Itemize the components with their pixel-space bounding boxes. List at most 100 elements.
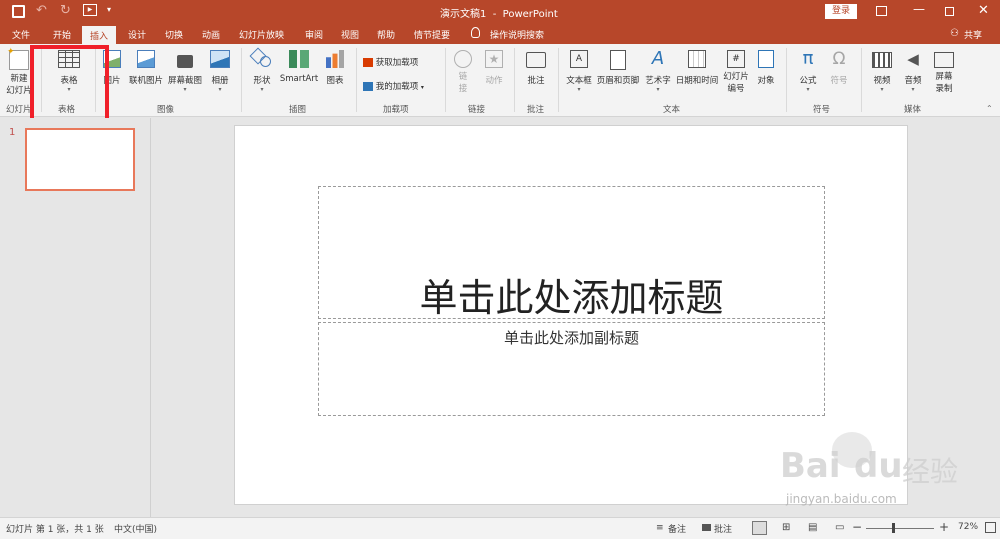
- reading-view-icon[interactable]: ▤: [808, 522, 817, 533]
- ribbon-display-options-icon[interactable]: [876, 6, 887, 16]
- tell-me-search[interactable]: 操作说明搜索: [490, 28, 544, 41]
- online-picture-button[interactable]: 联机图片: [127, 50, 165, 86]
- screenshot-button[interactable]: 屏幕截图 ▾: [166, 50, 204, 94]
- restore-icon[interactable]: [945, 7, 954, 16]
- redo-icon[interactable]: ↻: [60, 3, 71, 18]
- title-placeholder[interactable]: 单击此处添加标题: [318, 186, 825, 320]
- video-button[interactable]: 视频 ▾: [868, 50, 896, 94]
- slide-number-label-2: 编号: [727, 84, 745, 94]
- symbol-label: 符号: [830, 76, 848, 86]
- chevron-down-icon: ▾: [656, 86, 660, 93]
- calendar-icon: [688, 50, 706, 68]
- tab-view[interactable]: 视图: [341, 28, 359, 41]
- tab-insert[interactable]: 插入: [82, 26, 117, 44]
- tab-transitions[interactable]: 切换: [165, 28, 183, 41]
- smartart-icon: [289, 50, 309, 68]
- wordart-button[interactable]: A 艺术字 ▾: [643, 50, 673, 94]
- screen-recording-label-2: 录制: [935, 84, 953, 94]
- slide-thumbnail[interactable]: [25, 128, 135, 191]
- action-button[interactable]: ★ 动作: [482, 50, 506, 86]
- slide-thumbnail-pane: 1: [0, 118, 151, 517]
- screen-recording-label-1: 屏幕: [935, 72, 953, 82]
- language-text[interactable]: 中文(中国): [114, 522, 157, 535]
- group-symbols-label: 符号: [813, 105, 831, 115]
- tab-review[interactable]: 审阅: [305, 28, 323, 41]
- subtitle-placeholder[interactable]: 单击此处添加副标题: [318, 322, 825, 416]
- tab-design[interactable]: 设计: [128, 28, 146, 41]
- zoom-out-icon[interactable]: −: [852, 520, 862, 534]
- slide-sorter-view-icon[interactable]: ⊞: [782, 522, 790, 533]
- wordart-icon: A: [651, 48, 665, 69]
- zoom-slider-thumb[interactable]: [892, 523, 895, 533]
- my-addins-button[interactable]: 我的加载项 ▾: [363, 80, 424, 92]
- tab-file[interactable]: 文件: [12, 28, 30, 41]
- group-slides-label: 幻灯片: [6, 105, 32, 115]
- chart-button[interactable]: 图表: [322, 50, 348, 86]
- notes-button[interactable]: 备注: [668, 522, 686, 535]
- tab-help[interactable]: 帮助: [377, 28, 395, 41]
- pi-icon: π: [802, 48, 814, 69]
- close-icon[interactable]: ✕: [978, 3, 989, 18]
- watermark-brand: Bai: [780, 446, 841, 486]
- date-time-label: 日期和时间: [675, 76, 719, 86]
- get-addins-button[interactable]: 获取加载项: [363, 56, 418, 68]
- shapes-label: 形状: [253, 76, 271, 86]
- smartart-button[interactable]: SmartArt: [278, 50, 320, 84]
- normal-view-icon[interactable]: [752, 521, 767, 535]
- start-from-beginning-icon[interactable]: ▶: [83, 4, 97, 16]
- tab-storyboarding[interactable]: 情节提要: [414, 28, 450, 41]
- slide-number-button[interactable]: # 幻灯片 编号: [721, 50, 751, 94]
- highlight-box: [30, 45, 109, 124]
- textbox-button[interactable]: A 文本框 ▾: [564, 50, 594, 94]
- equation-label: 公式: [799, 76, 817, 86]
- lightbulb-icon: [471, 27, 480, 38]
- screen-recording-button[interactable]: 屏幕 录制: [930, 50, 958, 94]
- zoom-level[interactable]: 72%: [958, 522, 978, 532]
- equation-button[interactable]: π 公式 ▾: [795, 50, 821, 94]
- tab-home[interactable]: 开始: [53, 28, 71, 41]
- addin-icon: [363, 82, 373, 91]
- fit-to-window-icon[interactable]: [985, 522, 996, 533]
- smartart-label: SmartArt: [279, 74, 319, 84]
- group-divider: [558, 48, 559, 112]
- wordart-label: 艺术字: [645, 76, 671, 86]
- comment-button[interactable]: 批注: [522, 50, 550, 86]
- slide-thumbnail-number: 1: [9, 127, 16, 138]
- photo-album-button[interactable]: 相册 ▾: [206, 50, 234, 94]
- group-media-label: 媒体: [904, 105, 922, 115]
- link-button[interactable]: 链 接: [452, 50, 474, 94]
- watermark-brand-du: du: [854, 446, 903, 486]
- date-time-button[interactable]: 日期和时间: [674, 50, 720, 86]
- new-slide-icon: ✦: [7, 47, 29, 70]
- textbox-icon: A: [570, 50, 588, 68]
- zoom-in-icon[interactable]: +: [939, 520, 949, 534]
- collapse-ribbon-icon[interactable]: ⌃: [986, 104, 993, 113]
- customize-qat-icon[interactable]: ▾: [107, 5, 111, 14]
- undo-icon[interactable]: ↶: [36, 3, 47, 18]
- tab-slideshow[interactable]: 幻灯片放映: [239, 28, 284, 41]
- save-icon[interactable]: [12, 5, 25, 18]
- photo-album-icon: [210, 50, 230, 68]
- slideshow-view-icon[interactable]: ▭: [835, 522, 844, 533]
- share-button[interactable]: 共享: [964, 28, 982, 41]
- group-text-label: 文本: [663, 105, 681, 115]
- audio-button[interactable]: ◀ 音频 ▾: [900, 50, 926, 94]
- object-button[interactable]: 对象: [753, 50, 779, 86]
- textbox-label: 文本框: [566, 76, 592, 86]
- omega-icon: Ω: [832, 49, 846, 69]
- header-footer-icon: [610, 50, 626, 70]
- share-icon[interactable]: ⚇: [950, 28, 959, 39]
- header-footer-button[interactable]: 页眉和页脚: [595, 50, 641, 86]
- group-divider: [445, 48, 446, 112]
- tab-animations[interactable]: 动画: [202, 28, 220, 41]
- group-divider: [356, 48, 357, 112]
- slide-count-text: 幻灯片 第 1 张，共 1 张: [6, 525, 104, 535]
- photo-album-label: 相册: [211, 76, 229, 86]
- action-label: 动作: [485, 76, 503, 86]
- minimize-icon[interactable]: —: [913, 2, 925, 16]
- comments-button[interactable]: 批注: [714, 522, 732, 535]
- shapes-button[interactable]: 形状 ▾: [248, 47, 276, 94]
- zoom-slider[interactable]: [866, 528, 934, 529]
- symbol-button[interactable]: Ω 符号: [826, 50, 852, 86]
- login-button[interactable]: 登录: [825, 4, 857, 19]
